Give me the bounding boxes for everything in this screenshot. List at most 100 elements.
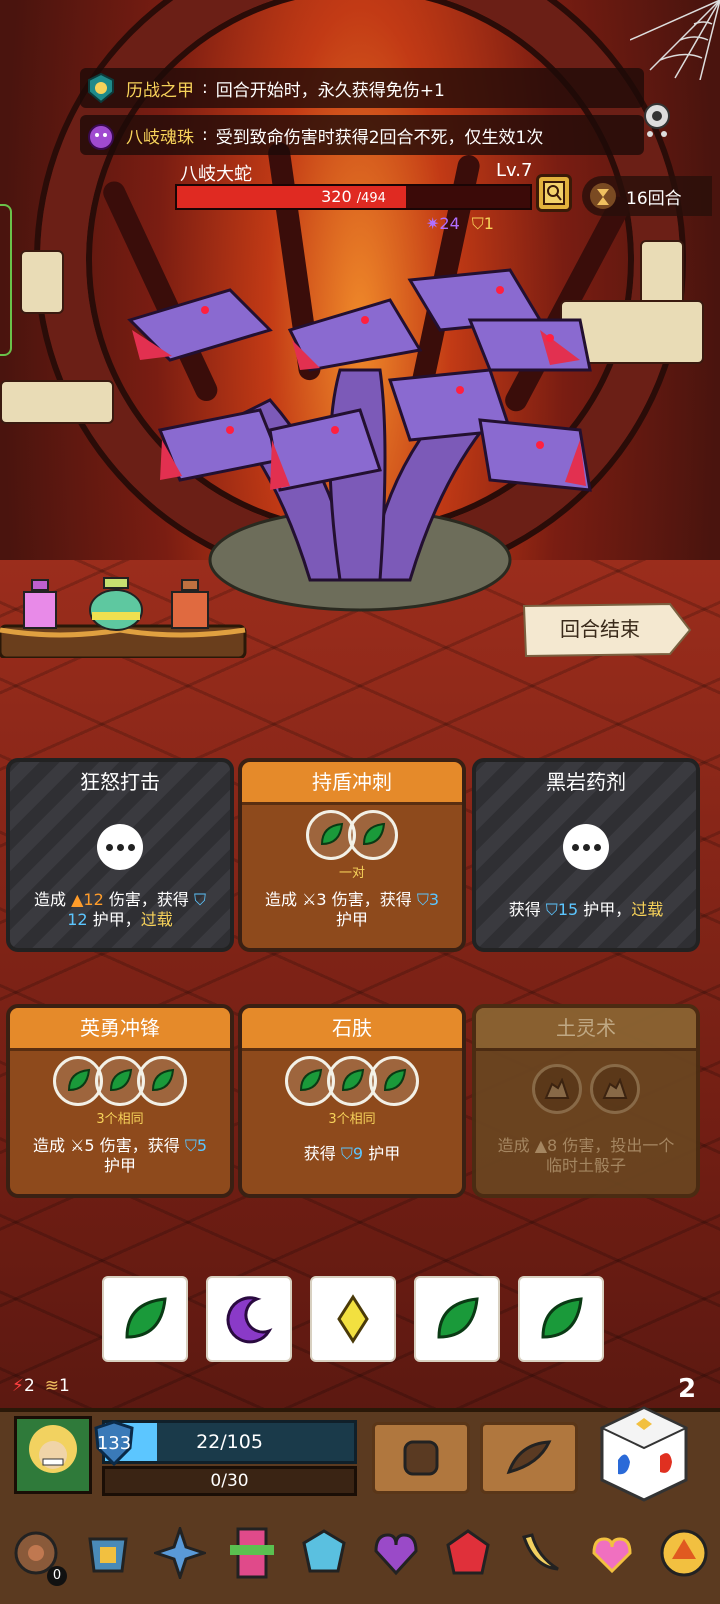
card-description: 获得 ⛉15 护甲，过载 [508,900,664,919]
pink-potion-icon[interactable] [16,578,64,634]
relic-totem[interactable] [223,1524,281,1582]
relic-desc: 受到致命伤害时获得2回合不死，仅生效1次 [215,127,544,148]
hourglass-broom-icon [590,183,616,209]
relic-count: 0 [47,1565,67,1586]
boss-hp-current: 320 [321,187,352,206]
relic-purple-heart[interactable] [367,1524,425,1582]
moon-icon [226,1296,273,1344]
relic-info-bar-1: 历战之甲: 回合开始时，永久获得免伤+1 [80,68,644,108]
totem-icon [230,1527,274,1578]
player-hp-text: 22/105 [196,1431,263,1453]
card-description: 造成 ⚔5 伤害，获得 ⛉5 护甲 [32,1136,208,1175]
relic-heart-charm[interactable] [583,1524,641,1582]
hero-portrait[interactable] [14,1416,92,1494]
skill-fist-button[interactable] [372,1422,470,1494]
inspect-enemy-button[interactable] [536,174,572,212]
boss-name: 八岐大蛇 [180,164,252,185]
card-description: 获得 ⛉9 护甲 [303,1144,401,1163]
settings-gear-icon[interactable] [638,100,676,138]
rainbow-potion-icon[interactable] [86,576,146,634]
dice-leaf[interactable] [414,1276,500,1362]
dice-remaining-count: 2 [678,1374,697,1404]
card-stone-skin[interactable]: 石肤 3个相同 获得 ⛉9 护甲 [238,1004,466,1198]
card-title: 狂怒打击 [80,770,160,794]
card-earth-spirit[interactable]: 土灵术 造成 ▲8 伤害，投出一个 临时土骰子 [472,1004,700,1198]
relic-blue-gem[interactable] [295,1524,353,1582]
player-buffs: ⚡2 ≋1 [12,1376,70,1396]
skill-claw-button[interactable] [480,1422,578,1494]
card-condition: 3个相同 [328,1112,376,1127]
side-drawer-tab[interactable] [0,204,12,356]
relic-compass[interactable] [151,1524,209,1582]
card-description: 造成 ⚔3 伤害，获得 ⛉3 护甲 [264,890,440,929]
rage-buff: ⚡2 [12,1376,35,1396]
dice-leaf[interactable] [102,1276,188,1362]
shield-stacks: 1 [483,214,494,233]
red-potion-icon[interactable] [166,578,214,634]
card-title: 土灵术 [476,1008,696,1051]
leaf-icon [541,1297,583,1339]
card-rage-strike[interactable]: 狂怒打击 造成 ▲12 伤害，获得 ⛉ 12 护甲，过载 [6,758,234,952]
red-gem-icon [446,1528,490,1574]
dice-diamond[interactable] [310,1276,396,1362]
banana-icon [522,1532,559,1570]
reroll-dice-button[interactable] [598,1404,690,1504]
poison-status: ✷24 [426,214,460,233]
card-black-rock-potion[interactable]: 黑岩药剂 获得 ⛉15 护甲，过载 [472,758,700,952]
diamond-icon [337,1294,369,1344]
soul-orb-icon [84,118,118,152]
card-brave-charge[interactable]: 英勇冲锋 3个相同 造成 ⚔5 伤害，获得 ⛉5 护甲 [6,1004,234,1198]
leaf-slot-icon [137,1056,187,1106]
wind-buff: ≋1 [44,1376,70,1396]
card-condition: 3个相同 [96,1112,144,1127]
overload-keyword: 过载 [631,900,664,919]
leaf-icon [437,1297,479,1339]
round-counter: 16回合 [582,176,712,216]
leaf-slot-icon [348,810,398,860]
compass-icon [154,1526,206,1579]
shield-status: ⛉1 [471,214,494,233]
relic-desc: 回合开始时，永久获得免伤+1 [215,80,445,101]
end-turn-button[interactable]: 回合结束 [520,600,680,658]
relic-banana[interactable] [511,1524,569,1582]
wind-icon: ≋ [44,1376,60,1396]
dice-moon[interactable] [206,1276,292,1362]
relic-name: 历战之甲 [126,80,194,101]
card-description: 造成 ▲8 伤害，投出一个 临时土骰子 [497,1136,675,1175]
relic-red-gem[interactable] [439,1524,497,1582]
round-label: 16回合 [626,188,682,209]
relic-gold-frame[interactable] [655,1524,713,1582]
card-title: 石肤 [242,1008,462,1051]
relic-armor-piece[interactable] [79,1524,137,1582]
locked-slot-icon [563,824,609,870]
fist-icon [403,1440,439,1476]
boss-hp-bar: 320 /494 [175,184,532,210]
boss-level: Lv.7 [496,160,533,181]
spiderweb-icon [630,0,720,80]
boss-status-effects: ✷24 ⛉1 [426,214,494,234]
card-title: 英勇冲锋 [10,1008,230,1051]
card-shield-dash[interactable]: 持盾冲刺 一对 造成 ⚔3 伤害，获得 ⛉3 护甲 [238,758,466,952]
dice-leaf[interactable] [518,1276,604,1362]
heart-charm-icon [592,1536,632,1573]
player-xp-bar: 0/30 [102,1466,357,1496]
leaf-icon [125,1297,167,1339]
card-title: 黑岩药剂 [546,770,626,794]
rock-slot-icon [532,1064,582,1114]
locked-slot-icon [97,824,143,870]
leaf-slot-icon [369,1056,419,1106]
bone-pile-decoration [0,380,114,424]
hero-avatar-icon [29,1425,77,1473]
rock-slot-icon [590,1064,640,1114]
blue-gem-icon [302,1528,346,1572]
candle-decoration [20,250,64,314]
rage-icon: ⚡ [12,1376,24,1396]
card-description: 造成 ▲12 伤害，获得 ⛉ 12 护甲，过载 [34,890,206,929]
overload-keyword: 过载 [140,910,173,929]
relic-button-orb[interactable]: 0 [7,1524,67,1586]
claw-icon [506,1440,552,1475]
purple-heart-icon [374,1532,418,1575]
boss-hp-max: /494 [356,191,386,206]
armor-badge-icon [84,71,118,105]
gold-frame-icon [660,1529,708,1576]
